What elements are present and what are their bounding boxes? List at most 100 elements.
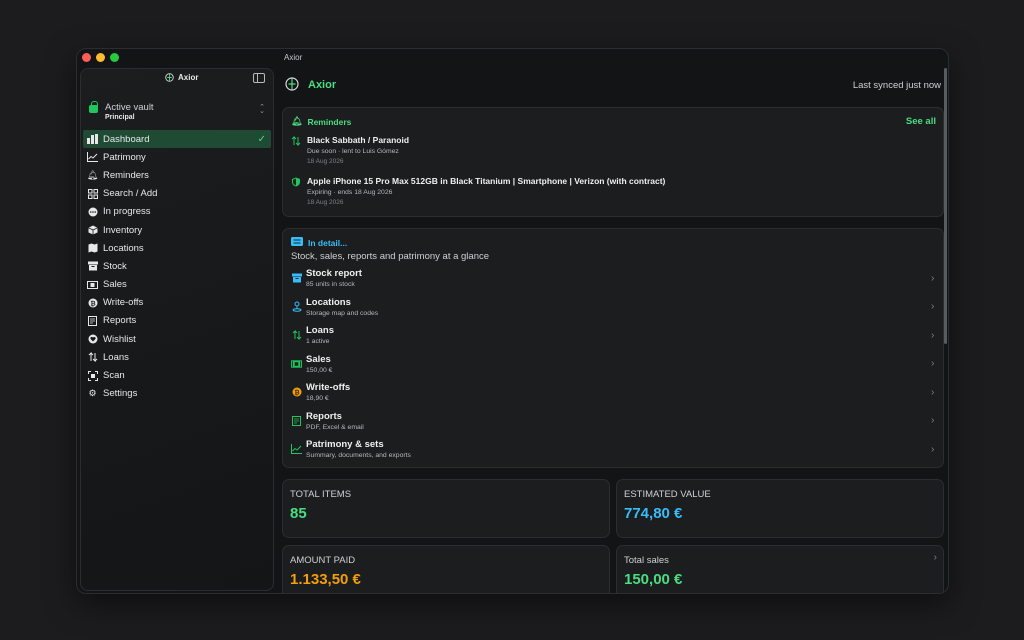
loan-arrows-icon [291,135,302,147]
close-window-button[interactable] [82,53,91,62]
sidebar-item-label: Search / Add [103,188,158,200]
map-icon [87,243,98,254]
vault-selector[interactable]: Active vault Principal ⌃ ⌄ [81,89,273,127]
sidebar-item-label: Locations [103,242,144,254]
sidebar-item-reports[interactable]: Reports [81,312,273,330]
banknote-icon [87,279,98,290]
stat-total-sales[interactable]: Total sales 150,00 € › [616,545,944,593]
sidebar-item-write-offs[interactable]: ₿ Write-offs [81,294,273,312]
reminder-date: 18 Aug 2026 [307,199,344,206]
detail-row-subtitle: 150,00 € [306,366,333,374]
ellipsis-circle-icon [87,206,98,217]
reminder-date: 18 Aug 2026 [307,158,344,165]
stat-total-items: TOTAL ITEMS 85 [282,479,610,538]
details-heading: In detail... [291,237,347,248]
detail-row-subtitle: 1 active [306,338,330,345]
archive-box-icon [291,273,302,284]
sidebar-header: Axior [81,69,273,89]
detail-row-patrimony-sets[interactable]: Patrimony & sets Summary, documents, and … [291,436,939,462]
detail-row-locations[interactable]: Locations Storage map and codes › [291,294,939,320]
see-all-link[interactable]: See all [906,116,936,127]
sidebar-item-wishlist[interactable]: Wishlist [81,330,273,348]
sidebar-item-label: Patrimony [103,151,146,163]
banknote-icon [291,358,302,369]
lock-icon [89,101,98,113]
sidebar-item-label: Scan [103,370,125,382]
list-card-icon [291,237,303,248]
detail-row-title: Write-offs [306,382,351,393]
sidebar-item-search-add[interactable]: Search / Add [81,185,273,203]
sidebar-item-stock[interactable]: Stock [81,257,273,275]
detail-row-subtitle: Storage map and codes [306,309,379,317]
reminder-subtitle: Expiring · ends 18 Aug 2026 [307,189,393,196]
sidebar-item-reminders[interactable]: 🔔︎ Reminders [81,166,273,184]
stat-estimated-value: ESTIMATED VALUE 774,80 € [616,479,944,538]
detail-row-reports[interactable]: Reports PDF, Excel & email › [291,408,939,434]
reminder-item[interactable]: Apple iPhone 15 Pro Max 512GB in Black T… [291,176,665,206]
chevron-right-icon: › [931,329,935,341]
detail-row-subtitle: Summary, documents, and exports [306,452,411,459]
bell-icon: 🔔︎ [86,169,99,180]
stat-label: ESTIMATED VALUE [624,489,711,500]
app-logo-icon [285,77,299,91]
detail-row-title: Stock report [306,268,362,279]
sidebar-item-inventory[interactable]: Inventory [81,221,273,239]
detail-row-title: Patrimony & sets [306,439,384,450]
sync-status: Last synced just now [852,80,941,91]
window-controls [82,53,119,62]
detail-row-title: Reports [306,410,342,422]
detail-row-write-offs[interactable]: ₿ Write-offs 18,90 € › [291,379,939,405]
sidebar-item-sales[interactable]: Sales [81,276,273,294]
sidebar-item-label: Reports [103,315,137,327]
detail-row-stock-report[interactable]: Stock report 85 units in stock › [291,265,939,291]
sidebar-brand: Axior [165,73,198,82]
shield-icon [291,177,302,188]
sidebar-item-loans[interactable]: Loans [81,348,273,366]
sidebar-item-label: Write-offs [103,297,144,309]
cube-icon [87,225,98,236]
details-title: In detail... [308,237,348,248]
detail-row-title: Loans [306,325,334,336]
archive-box-icon [87,261,98,272]
grid-icon [87,188,98,199]
reminder-title: Black Sabbath / Paranoid [307,135,410,145]
minimize-window-button[interactable] [96,53,105,62]
chevron-right-icon: › [933,552,937,563]
sidebar-item-scan[interactable]: Scan [81,366,273,384]
stat-value: 85 [290,505,307,522]
bell-icon: 🔔︎ [291,116,303,126]
main-header: Axior Last synced just now [277,68,948,102]
sidebar-item-in-progress[interactable]: In progress [81,203,273,221]
line-chart-icon [291,444,302,455]
scrollbar[interactable] [944,68,947,344]
sidebar-item-patrimony[interactable]: Patrimony [81,148,273,166]
page-title: Axior [308,79,337,91]
sidebar: Axior Active vault Principal ⌃ ⌄ Dashboar… [80,68,274,591]
chevron-right-icon: › [931,301,935,312]
coin-icon: ₿ [87,297,98,308]
sidebar-item-settings[interactable]: ⚙ Settings [81,385,273,403]
sidebar-item-dashboard[interactable]: Dashboard ✓ [83,130,271,149]
detail-row-title: Sales [306,353,331,365]
sidebar-item-label: Loans [103,351,129,363]
sidebar-item-label: In progress [103,206,151,218]
reminders-heading: 🔔︎ Reminders [291,116,351,127]
chevron-right-icon: › [931,443,935,455]
reminder-item[interactable]: Black Sabbath / Paranoid Due soon · lent… [291,135,409,165]
detail-row-subtitle: 18,90 € [306,395,329,402]
sidebar-nav: Dashboard ✓ Patrimony 🔔︎ Reminders Searc… [81,130,273,403]
document-icon [291,415,302,426]
title-bar: Axior [77,49,948,67]
sidebar-item-label: Dashboard [103,133,150,145]
loan-arrows-icon [291,330,302,341]
detail-row-sales[interactable]: Sales 150,00 € › [291,351,939,377]
sidebar-item-locations[interactable]: Locations [81,239,273,257]
sidebar-item-label: Reminders [103,169,149,181]
sidebar-toggle-icon[interactable] [253,73,265,83]
chevron-right-icon: › [931,415,935,426]
window-title: Axior [284,53,303,62]
detail-row-loans[interactable]: Loans 1 active › [291,322,939,348]
zoom-window-button[interactable] [110,53,119,62]
reminder-subtitle: Due soon · lent to Luis Gómez [307,148,399,155]
bar-chart-icon [87,134,98,145]
